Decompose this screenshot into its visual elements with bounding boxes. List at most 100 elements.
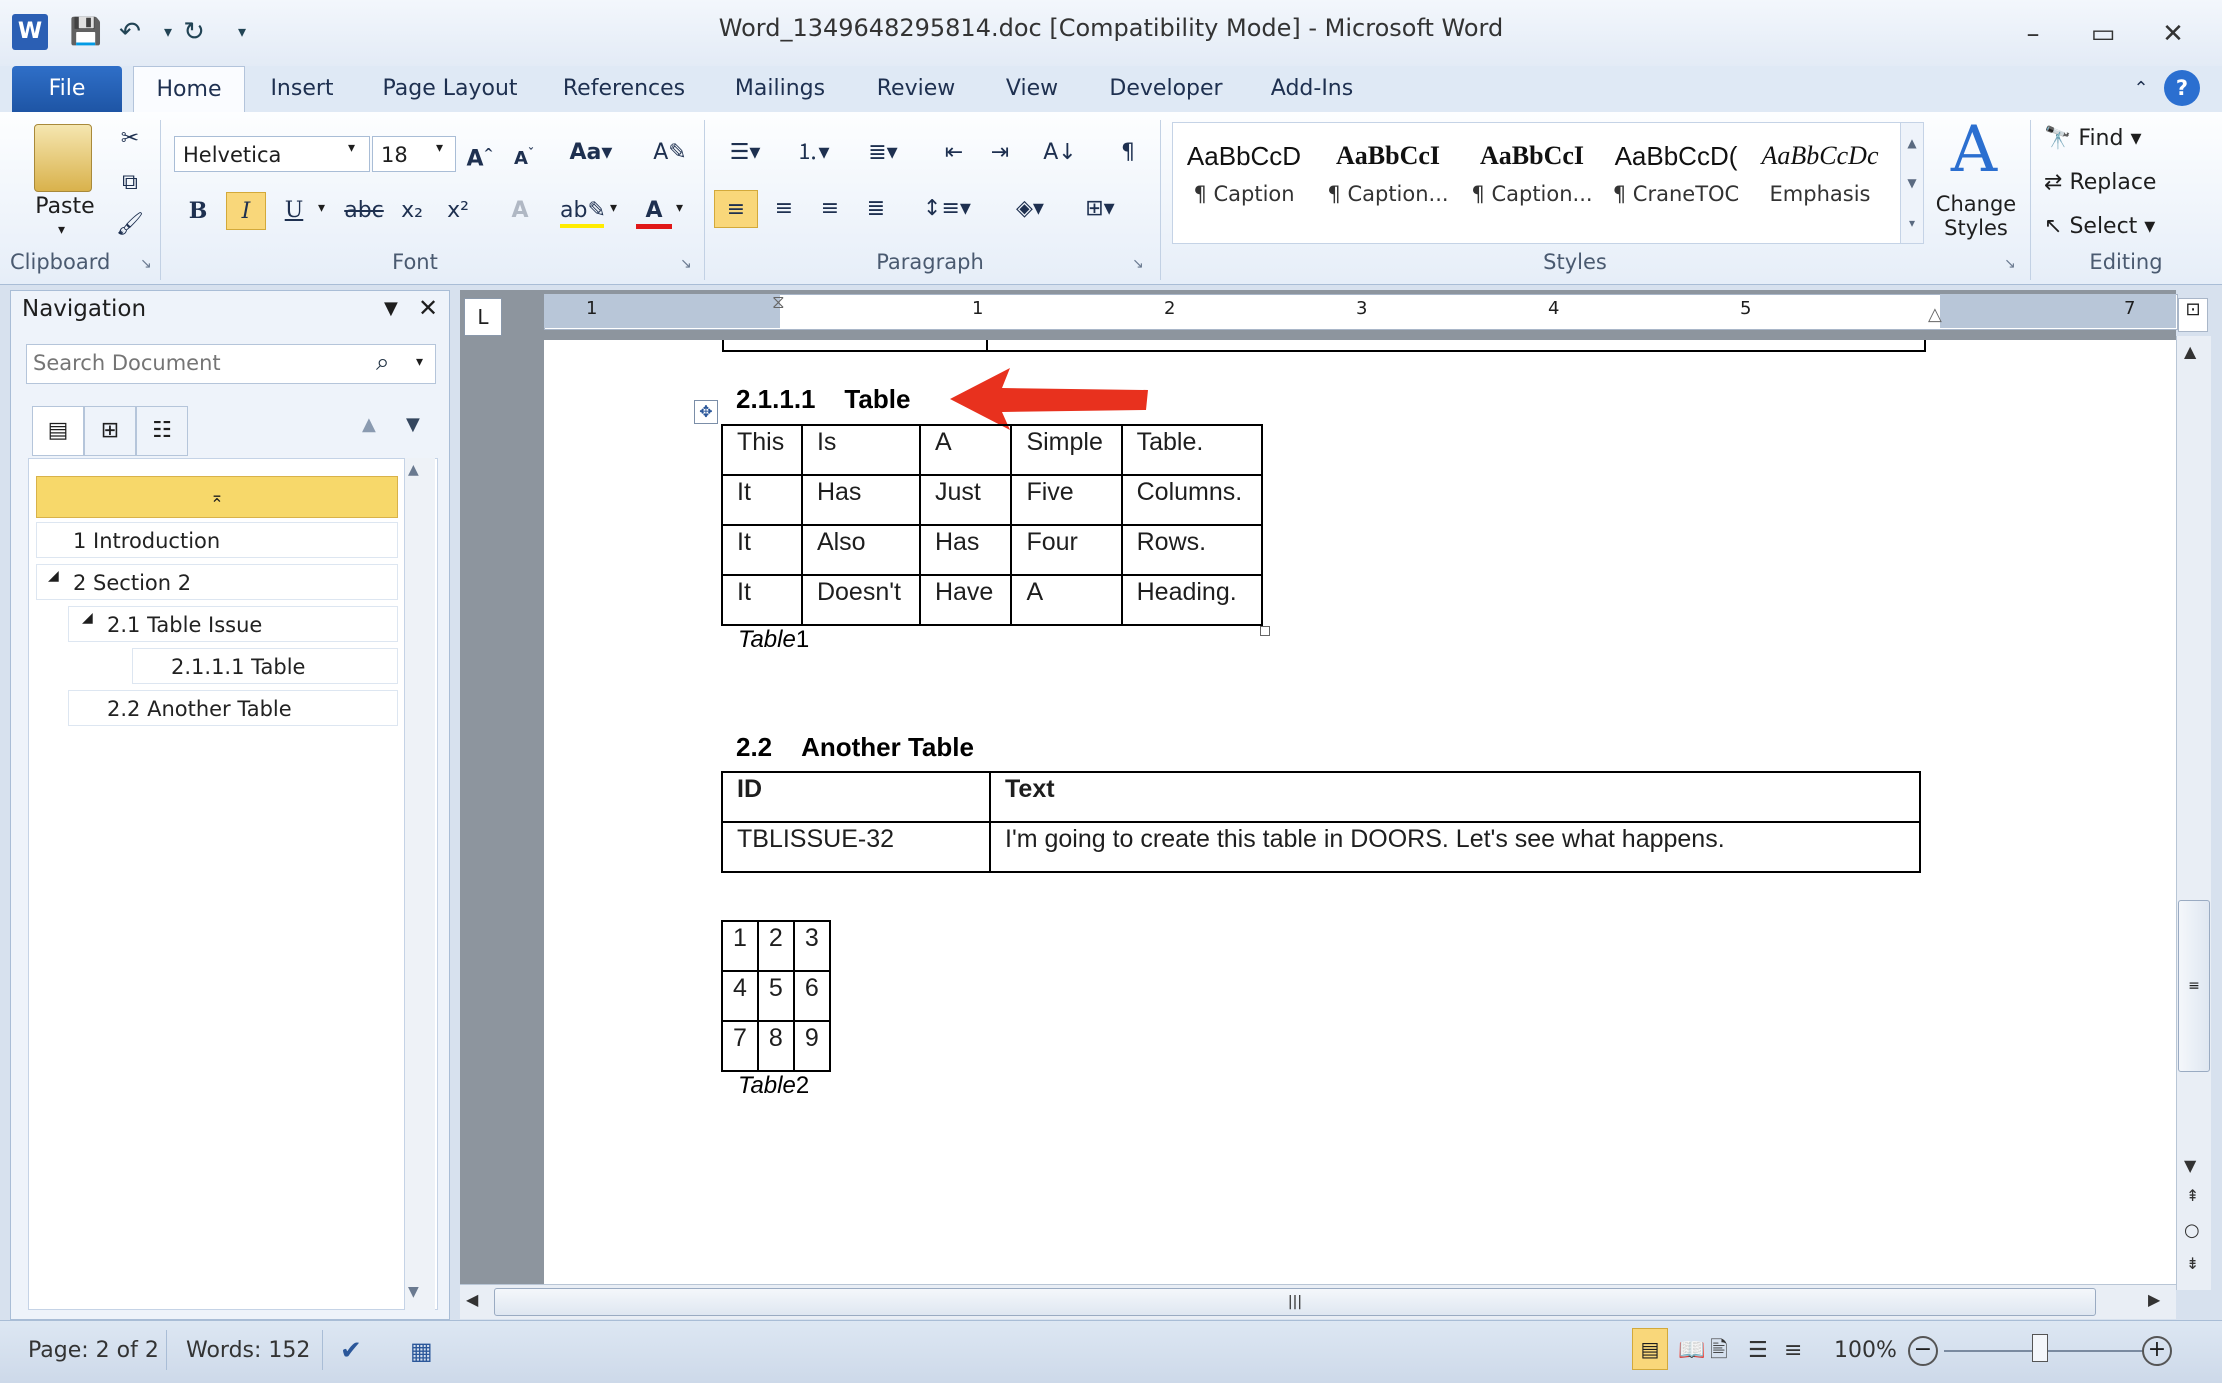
font-color-dropdown-icon[interactable]: ▾ [676, 200, 683, 216]
borders-icon[interactable]: ⊞▾ [1070, 190, 1130, 228]
nav-item-table-issue[interactable]: 2.1 Table Issue [68, 606, 398, 642]
zoom-slider-thumb[interactable] [2032, 1334, 2048, 1362]
web-layout-view-button[interactable]: 🖹 [1710, 1320, 1728, 1382]
style-caption-2[interactable]: AaBbCcI ¶ Caption... [1318, 130, 1458, 240]
previous-page-icon[interactable]: ⇞ [2186, 1186, 2199, 1205]
next-page-icon[interactable]: ⇟ [2186, 1254, 2199, 1273]
table-cell[interactable]: 2 [756, 920, 795, 972]
full-screen-reading-view-button[interactable]: 📖 [1678, 1320, 1705, 1382]
horizontal-scroll-thumb[interactable]: ||| [494, 1288, 2096, 1316]
select-browse-object-icon[interactable]: ○ [2184, 1220, 2200, 1241]
tab-mailings[interactable]: Mailings [722, 66, 838, 112]
tab-insert[interactable]: Insert [256, 66, 348, 112]
minimize-button[interactable]: – [2006, 14, 2060, 54]
scroll-left-icon[interactable]: ◀ [466, 1290, 478, 1309]
browse-results-tab[interactable]: ☷ [136, 406, 188, 456]
outline-view-button[interactable]: ☰ [1748, 1320, 1768, 1382]
tab-page-layout[interactable]: Page Layout [370, 66, 530, 112]
table-cell[interactable]: A [1010, 574, 1123, 626]
nav-item-another-table[interactable]: 2.2 Another Table [68, 690, 398, 726]
change-styles-button[interactable]: Change Styles [1926, 192, 2026, 240]
justify-button[interactable]: ≣ [856, 190, 896, 228]
search-icon[interactable]: ⌕ [376, 348, 389, 376]
table-cell[interactable]: It [721, 474, 803, 526]
font-launcher-icon[interactable]: ↘ [680, 256, 692, 272]
help-icon[interactable]: ? [2164, 70, 2200, 106]
table-cell[interactable]: A [918, 424, 1013, 476]
table-cell[interactable]: 6 [792, 970, 831, 1022]
table-cell[interactable]: This [721, 424, 803, 476]
browse-headings-tab[interactable]: ▤ [32, 406, 84, 456]
show-hide-icon[interactable]: ¶ [1108, 134, 1148, 172]
nav-previous-icon[interactable]: ▲ [362, 414, 376, 435]
tab-view[interactable]: View [996, 66, 1068, 112]
decrease-indent-icon[interactable]: ⇤ [934, 134, 974, 172]
replace-button[interactable]: ⇄ Replace [2044, 166, 2156, 200]
nav-options-icon[interactable]: ▼ [384, 298, 398, 319]
shrink-font-icon[interactable]: Aˇ [506, 134, 542, 172]
first-line-indent-marker[interactable]: ⧖ [772, 292, 785, 313]
align-right-button[interactable]: ≡ [810, 190, 850, 228]
nav-collapse-icon[interactable]: ◢ [48, 568, 59, 584]
table-cell[interactable]: Simple [1010, 424, 1123, 476]
tab-references[interactable]: References [556, 66, 692, 112]
vertical-scroll-thumb[interactable]: ≡ [2178, 900, 2210, 1072]
vertical-scrollbar[interactable] [2176, 336, 2211, 1290]
styles-launcher-icon[interactable]: ↘ [2004, 256, 2016, 272]
word-count-status[interactable]: Words: 152 [186, 1320, 310, 1382]
italic-button[interactable]: I [226, 192, 266, 230]
tab-home[interactable]: Home [133, 66, 245, 114]
zoom-in-icon[interactable]: + [2142, 1336, 2172, 1366]
table-cell[interactable]: 4 [721, 970, 759, 1022]
page-count-status[interactable]: Page: 2 of 2 [28, 1320, 159, 1382]
font-size-dropdown-icon[interactable]: ▾ [436, 140, 443, 156]
paste-icon[interactable] [34, 124, 92, 192]
paste-button[interactable]: Paste [20, 194, 110, 219]
paste-dropdown-icon[interactable]: ▾ [58, 222, 72, 238]
bullets-icon[interactable]: ☰▾ [718, 134, 772, 172]
table-cell[interactable]: I'm going to create this table in DOORS.… [989, 821, 1921, 873]
table-resize-handle[interactable] [1260, 626, 1270, 636]
tab-add-ins[interactable]: Add-Ins [1262, 66, 1362, 112]
search-dropdown-icon[interactable]: ▾ [416, 354, 423, 370]
select-button[interactable]: ↖ Select ▾ [2044, 210, 2155, 244]
print-layout-view-button[interactable]: ▤ [1632, 1328, 1668, 1370]
nav-item-table[interactable]: 2.1.1.1 Table [132, 648, 398, 684]
table-cell[interactable]: Has [918, 524, 1013, 576]
macro-recording-icon[interactable]: ▦ [410, 1320, 433, 1382]
table-cell[interactable]: Five [1010, 474, 1123, 526]
align-center-button[interactable]: ≡ [764, 190, 804, 228]
sort-icon[interactable]: A↓ [1040, 134, 1080, 172]
font-name-combo[interactable]: Helvetica [174, 136, 370, 172]
superscript-button[interactable]: x² [440, 192, 476, 230]
table-cell[interactable]: Have [918, 574, 1013, 626]
table-cell[interactable]: 9 [792, 1020, 831, 1072]
style-caption-3[interactable]: AaBbCcI ¶ Caption... [1462, 130, 1602, 240]
nav-close-icon[interactable]: ✕ [418, 294, 438, 322]
tab-developer[interactable]: Developer [1104, 66, 1228, 112]
multilevel-list-icon[interactable]: ≣▾ [856, 134, 910, 172]
font-size-combo[interactable]: 18 [372, 136, 456, 172]
change-case-icon[interactable]: Aa▾ [566, 134, 616, 172]
text-effects-icon[interactable]: A [500, 192, 540, 230]
cut-icon[interactable]: ✂ [112, 120, 148, 158]
table-cell[interactable]: Also [800, 524, 921, 576]
bold-button[interactable]: B [180, 192, 216, 230]
nav-item-introduction[interactable]: 1 Introduction [36, 522, 398, 558]
table-cell[interactable]: Is [800, 424, 921, 476]
paragraph-launcher-icon[interactable]: ↘ [1132, 256, 1144, 272]
browse-pages-tab[interactable]: ⊞ [84, 406, 136, 456]
table-cell[interactable]: 8 [756, 1020, 795, 1072]
table-move-handle-icon[interactable]: ✥ [694, 400, 718, 424]
underline-dropdown-icon[interactable]: ▾ [318, 200, 325, 216]
scroll-right-icon[interactable]: ▶ [2148, 1290, 2160, 1309]
tab-selector-icon[interactable]: L [464, 298, 502, 336]
table-cell[interactable]: Columns. [1120, 474, 1264, 526]
nav-collapse-top[interactable]: ⌅ [36, 476, 398, 518]
highlight-dropdown-icon[interactable]: ▾ [610, 200, 617, 216]
table-cell[interactable]: Four [1010, 524, 1123, 576]
clear-formatting-icon[interactable]: A✎ [650, 134, 690, 172]
table-cell[interactable]: 5 [756, 970, 795, 1022]
nav-item-section-2[interactable]: 2 Section 2 [36, 564, 398, 600]
clipboard-launcher-icon[interactable]: ↘ [140, 256, 152, 272]
